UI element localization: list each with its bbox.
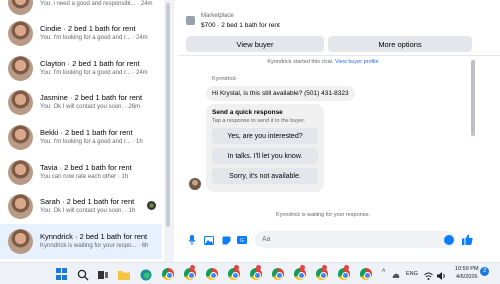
conversation-preview: You: I'm looking for a good and r... · 2… bbox=[40, 34, 148, 41]
chrome-icon[interactable] bbox=[228, 268, 240, 280]
speaker-icon[interactable] bbox=[437, 268, 446, 280]
clock-time[interactable]: 10:59 PM bbox=[455, 266, 479, 272]
chat-started-text: Kynndrick started this chat. bbox=[267, 59, 334, 65]
conversation-item[interactable]: Sarah · 2 bed 1 bath for rent You: Ok I … bbox=[0, 189, 162, 224]
chrome-icon[interactable] bbox=[272, 268, 284, 280]
conversation-name: Bekki · 2 bed 1 bath for rent bbox=[40, 127, 133, 137]
file-explorer-icon[interactable] bbox=[118, 268, 130, 280]
waiting-notice: Kynndrick is waiting for your response. bbox=[275, 212, 371, 218]
view-buyer-button[interactable]: View buyer bbox=[186, 36, 324, 52]
conversation-item[interactable]: Bekki · 2 bed 1 bath for rent You: I'm l… bbox=[0, 120, 162, 155]
conversation-name: Tavia · 2 bed 1 bath for rent bbox=[40, 162, 132, 172]
message-bubble: Hi Krystal, is this still available? (50… bbox=[206, 86, 355, 101]
chrome-icon[interactable] bbox=[338, 268, 350, 280]
avatar bbox=[8, 0, 33, 15]
conversation-list-scrollbar[interactable] bbox=[166, 3, 170, 227]
search-icon[interactable] bbox=[77, 268, 89, 281]
conversation-preview: You: i need a good and responsibl... · 2… bbox=[40, 1, 153, 7]
notification-badge bbox=[300, 265, 305, 270]
microphone-icon[interactable] bbox=[187, 235, 197, 245]
avatar bbox=[8, 159, 33, 185]
chrome-icon[interactable] bbox=[360, 268, 372, 280]
quick-reply-interested[interactable]: Yes, are you interested? bbox=[212, 128, 318, 144]
conversation-preview: You: I'm looking for a good and r... · 2… bbox=[40, 69, 148, 76]
conversation-item[interactable]: You: i need a good and responsibl... · 2… bbox=[0, 0, 162, 16]
emoji-icon[interactable] bbox=[444, 235, 454, 245]
task-view-icon[interactable] bbox=[97, 268, 109, 280]
more-options-button[interactable]: More options bbox=[328, 36, 472, 52]
svg-text:G: G bbox=[240, 238, 244, 244]
notification-badge bbox=[322, 265, 327, 270]
gif-icon[interactable]: G bbox=[237, 235, 247, 245]
chat-started-notice: Kynndrick started this chat. View buyer … bbox=[178, 59, 468, 65]
conversation-list: You: i need a good and responsibl... · 2… bbox=[0, 0, 162, 262]
conversation-name: Jasmine · 2 bed 1 bath for rent bbox=[40, 93, 143, 103]
windows-start-icon[interactable] bbox=[56, 268, 68, 280]
sender-avatar bbox=[189, 178, 201, 190]
sticker-icon[interactable] bbox=[221, 235, 231, 245]
edge-icon[interactable] bbox=[140, 268, 152, 281]
chrome-icon[interactable] bbox=[316, 268, 328, 280]
chevron-up-icon[interactable]: ^ bbox=[382, 269, 385, 276]
chrome-icon[interactable] bbox=[184, 268, 196, 280]
listing-label: Marketplace bbox=[201, 13, 234, 19]
conversation-preview: You: Ok I will contact you soon. · 1h bbox=[40, 208, 136, 215]
taskbar: ^ ENG 10:59 PM 4/6/2026 bbox=[0, 262, 500, 284]
conversation-name: Clayton · 2 bed 1 bath for rent bbox=[40, 58, 140, 68]
listing-header[interactable]: Marketplace $700 · 2 bed 1 bath for rent bbox=[186, 12, 280, 31]
quick-reply-not-available[interactable]: Sorry, it's not available. bbox=[212, 168, 318, 184]
clock-date[interactable]: 4/6/2026 bbox=[456, 274, 477, 280]
conversation-name: Sarah · 2 bed 1 bath for rent bbox=[40, 197, 135, 207]
header-divider bbox=[178, 55, 500, 56]
conversation-item[interactable]: Cindie · 2 bed 1 bath for rent You: I'm … bbox=[0, 16, 162, 51]
quick-response-subtitle: Tap a response to send it to the buyer. bbox=[212, 118, 306, 124]
avatar bbox=[8, 194, 33, 220]
avatar bbox=[8, 55, 33, 81]
listing-thumbnail bbox=[186, 16, 195, 25]
wifi-icon[interactable] bbox=[424, 268, 433, 280]
quick-reply-in-talks[interactable]: In talks. I'll let you know. bbox=[212, 148, 318, 164]
conversation-preview: You: I'm looking for a good and r... · 1… bbox=[40, 138, 143, 145]
conversation-item[interactable]: Clayton · 2 bed 1 bath for rent You: I'm… bbox=[0, 51, 162, 86]
chat-pane: Marketplace $700 · 2 bed 1 bath for rent… bbox=[178, 0, 500, 262]
avatar bbox=[8, 20, 33, 46]
language-indicator[interactable]: ENG bbox=[406, 271, 418, 277]
quick-response-title: Send a quick response bbox=[212, 109, 283, 116]
conversation-preview: Kynndrick is waiting for your respo... ·… bbox=[40, 242, 149, 249]
chat-scrollbar[interactable] bbox=[471, 60, 475, 136]
notification-badge bbox=[234, 265, 239, 270]
listing-title: $700 · 2 bed 1 bath for rent bbox=[201, 22, 280, 29]
notification-badge bbox=[190, 265, 195, 270]
image-icon[interactable] bbox=[204, 235, 214, 245]
chrome-icon[interactable] bbox=[162, 268, 174, 280]
conversation-preview: You: Ok I will contact you soon. · 26m bbox=[40, 104, 141, 111]
thumbs-up-icon[interactable] bbox=[462, 234, 473, 248]
conversation-name: Kynndrick · 2 bed 1 bath for rent bbox=[40, 231, 148, 241]
chrome-icon[interactable] bbox=[294, 268, 306, 280]
cloud-icon[interactable] bbox=[392, 268, 400, 280]
view-buyer-profile-link[interactable]: View buyer profile bbox=[335, 59, 379, 65]
chrome-icon[interactable] bbox=[206, 268, 218, 280]
avatar bbox=[8, 90, 33, 116]
avatar bbox=[8, 228, 33, 254]
avatar bbox=[8, 124, 33, 150]
conversation-preview: You can now rate each other · 1h bbox=[40, 173, 129, 180]
notification-badge bbox=[256, 265, 261, 270]
conversation-item[interactable]: Tavia · 2 bed 1 bath for rent You can no… bbox=[0, 155, 162, 190]
action-buttons: View buyer More options bbox=[186, 36, 472, 52]
notification-badge bbox=[344, 265, 349, 270]
notification-count-badge[interactable]: 3 bbox=[480, 267, 489, 276]
conversation-item[interactable]: Jasmine · 2 bed 1 bath for rent You: Ok … bbox=[0, 85, 162, 120]
chrome-icon[interactable] bbox=[250, 268, 262, 280]
message-sender: Kynndrick bbox=[212, 76, 237, 82]
conversation-item-active[interactable]: Kynndrick · 2 bed 1 bath for rent Kynndr… bbox=[0, 224, 162, 259]
quick-response-card: Send a quick response Tap a response to … bbox=[206, 104, 324, 192]
conversation-name: Cindie · 2 bed 1 bath for rent bbox=[40, 23, 136, 33]
message-composer: G bbox=[178, 226, 500, 256]
message-input[interactable] bbox=[255, 231, 455, 248]
